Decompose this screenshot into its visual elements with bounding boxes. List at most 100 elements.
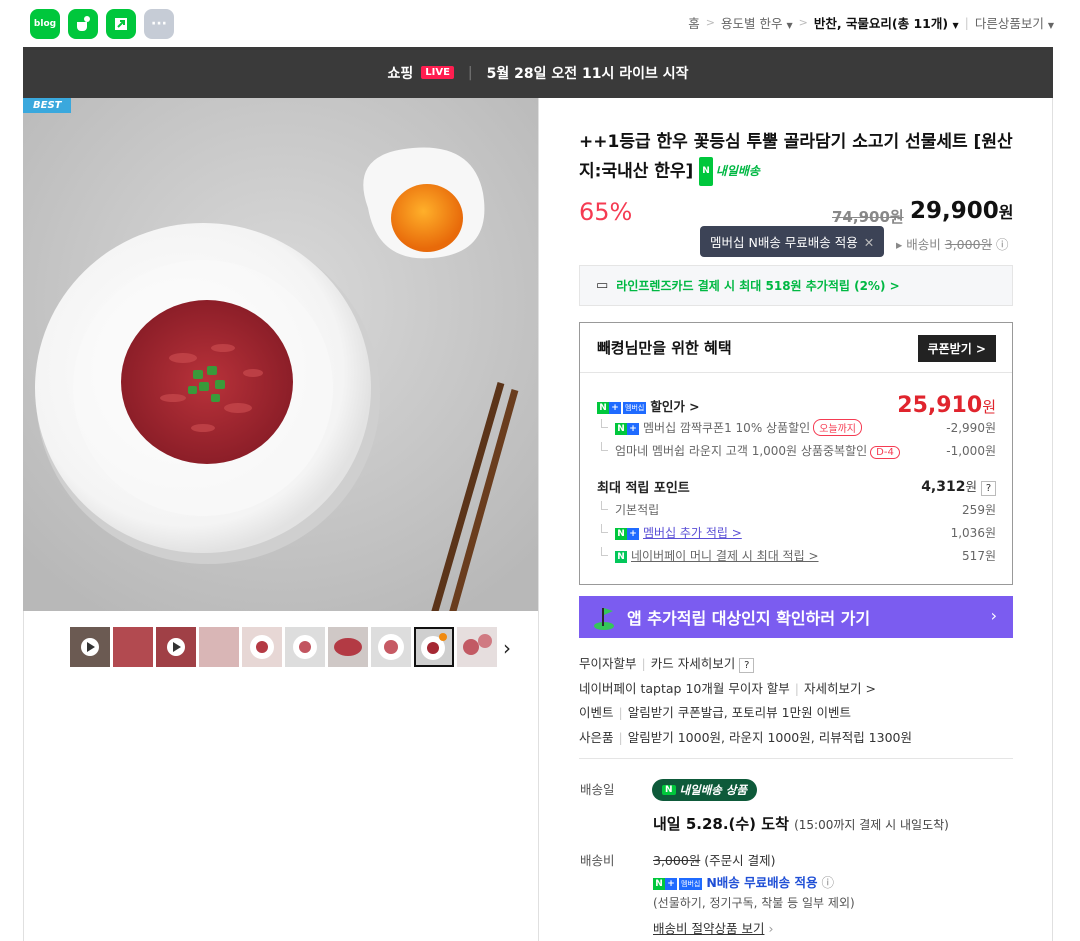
tomorrow-delivery-product-badge: N 내일배송 상품 [652, 779, 758, 801]
thumbnail-video[interactable] [70, 627, 110, 667]
pay-points-row: N 네이버페이 머니 결제 시 최대 적립 > 517원 [597, 547, 996, 564]
base-points-row: 기본적립 259원 [597, 501, 996, 518]
shipping-fee-value: 3,000원 [944, 237, 993, 252]
coupon1-value: -2,990원 [946, 421, 996, 435]
blog-icon-label: blog [33, 19, 57, 29]
sale-price-unit: 원 [998, 203, 1014, 222]
modoo-icon[interactable] [106, 9, 136, 39]
thumbnail[interactable] [371, 627, 411, 667]
live-banner[interactable]: 쇼핑 LIVE | 5월 28일 오전 11시 라이브 시작 [23, 47, 1053, 98]
thumbnail[interactable] [457, 627, 497, 667]
pay-points-link[interactable]: 네이버페이 머니 결제 시 최대 적립 > [631, 549, 819, 563]
tooltip-text: 멤버십 N배송 무료배송 적용 [710, 235, 858, 250]
app-points-banner[interactable]: 앱 추가적립 대상인지 확인하러 가기 › [579, 596, 1013, 638]
breadcrumb-category-label: 용도별 한우 [720, 16, 783, 31]
more-icon[interactable]: ··· [144, 9, 174, 39]
discount-price-value: 25,910 [897, 393, 983, 418]
breadcrumb-subcategory[interactable]: 반찬, 국물요리(총 11개) ▼ [814, 13, 959, 32]
delivery-fee-label: 배송비 [580, 853, 615, 868]
shipping-fee-label: 배송비 [906, 237, 941, 252]
shipping-fee: ▸ 배송비 3,000원 ⓘ [896, 237, 1009, 252]
breadcrumb-count: 11 [913, 16, 931, 31]
card-detail-link[interactable]: 카드 자세히보기 [651, 656, 735, 671]
info-icon[interactable]: ⓘ [821, 875, 834, 890]
breadcrumb-category[interactable]: 용도별 한우 ▼ [721, 13, 793, 32]
other-products-label: 다른상품보기 [974, 16, 1044, 31]
product-main-image: BEST [23, 98, 538, 611]
payment-info: 무이자할부 | 카드 자세히보기? 네이버페이 taptap 10개월 무이자 할부… [579, 656, 912, 745]
card-icon: ▭ [596, 278, 609, 293]
base-points-label: 기본적립 [597, 501, 659, 518]
card-benefit-box[interactable]: ▭ 라인프렌즈카드 결제 시 최대 518원 추가적립 (2%) > [579, 265, 1013, 306]
live-label: 쇼핑 [387, 65, 414, 82]
delivery-date-label: 배송일 [580, 782, 615, 797]
thumbnail[interactable] [199, 627, 239, 667]
card-benefit-text: 라인프렌즈카드 결제 시 최대 518원 추가적립 (2%) > [616, 279, 900, 293]
delivery-fee-original: 3,000원 [653, 853, 701, 868]
member-points-row: N + 멤버십 추가 적립 > 1,036원 [597, 524, 996, 541]
points-unit: 원 [965, 479, 977, 494]
benefit-title: 빼켱님만을 위한 혜택 [597, 339, 732, 357]
breadcrumb: 홈 > 용도별 한우 ▼ > 반찬, 국물요리(총 11개) ▼ | 다른상품보… [688, 13, 1054, 32]
free-shipping-text: N배송 무료배송 적용 [706, 875, 818, 890]
thumbnail[interactable] [242, 627, 282, 667]
coupon-row: 엄마네 멤버쉽 라운지 고객 1,000원 상품중복할인 D-4 -1,000원 [597, 442, 996, 459]
discount-price-row: N + 멤버십 할인가 > 25,910원 [597, 393, 996, 418]
breadcrumb-suffix: 개) [930, 16, 949, 31]
app-banner-text: 앱 추가적립 대상인지 확인하러 가기 [627, 609, 871, 628]
member-points-link[interactable]: 멤버십 추가 적립 > [643, 526, 742, 540]
free-shipping-row: N + 멤버십 N배송 무료배송 적용 ⓘ [653, 872, 834, 891]
gift-text: 알림받기 1000원, 라운지 1000원, 리뷰적립 1300원 [627, 729, 912, 745]
sale-price: 29,900원 [910, 198, 1014, 224]
member-points-value: 1,036원 [950, 526, 996, 540]
points-value: 4,312 [921, 479, 966, 495]
thumbnail[interactable] [113, 627, 153, 667]
taptap-detail-link[interactable]: 자세히보기 > [804, 681, 876, 696]
taptap-text: 네이버페이 taptap 10개월 무이자 할부 [579, 680, 790, 696]
blog-icon[interactable]: blog [30, 9, 60, 39]
delivery-fee-row: 3,000원 (주문시 결제) [653, 850, 776, 869]
base-points-value: 259원 [962, 503, 996, 517]
help-icon[interactable]: ? [739, 658, 755, 673]
coupon2-text: 엄마네 멤버쉽 라운지 고객 1,000원 상품중복할인 [615, 444, 868, 458]
sns-icons: blog ··· [30, 9, 174, 39]
discount-price-label[interactable]: 할인가 > [650, 399, 699, 414]
breadcrumb-home[interactable]: 홈 [688, 13, 700, 32]
thumbnail[interactable] [328, 627, 368, 667]
discount-price-unit: 원 [982, 398, 996, 416]
save-shipping-label: 배송비 절약상품 보기 [653, 921, 765, 936]
cafe-icon[interactable] [68, 9, 98, 39]
product-title-text: ++1등급 한우 꽃등심 투뿔 골라담기 소고기 선물세트 [원산지:국내산 한… [579, 132, 1013, 182]
get-coupon-button[interactable]: 쿠폰받기 > [917, 335, 996, 362]
next-thumbnail-arrow-icon[interactable]: › [503, 636, 511, 660]
event-label: 이벤트 [579, 705, 614, 720]
coupon1-text: 멤버십 깜짝쿠폰1 10% 상품할인 [643, 421, 811, 435]
tomorrow-delivery-product-text: 내일배송 상품 [679, 783, 748, 797]
coupon1-pill: 오늘까지 [813, 419, 863, 436]
delivery-exclusion: (선물하기, 정기구독, 착불 등 일부 제외) [653, 896, 855, 910]
benefit-box: 빼켱님만을 위한 혜택 쿠폰받기 > N + 멤버십 할인가 > 25,910원 N +… [579, 322, 1013, 585]
discount-rate: 65% [579, 198, 633, 226]
thumbnail-selected[interactable] [414, 627, 454, 667]
gift-label: 사은품 [579, 729, 614, 745]
thumbnail-video[interactable] [156, 627, 196, 667]
info-icon[interactable]: ⓘ [996, 237, 1009, 252]
coupon2-value: -1,000원 [946, 444, 996, 458]
thumbnail[interactable] [285, 627, 325, 667]
points-row: 최대 적립 포인트 4,312원? [597, 476, 996, 496]
help-icon[interactable]: ? [981, 481, 996, 496]
breadcrumb-sub-label: 반찬, 국물요리(총 [813, 16, 914, 31]
tomorrow-delivery-text: 내일배송 [715, 164, 760, 178]
live-badge: LIVE [421, 66, 454, 79]
event-text: 알림받기 쿠폰발급, 포토리뷰 1만원 이벤트 [627, 705, 852, 720]
product-title: ++1등급 한우 꽃등심 투뿔 골라담기 소고기 선물세트 [원산지:국내산 한… [579, 128, 1019, 187]
live-text: 5월 28일 오전 11시 라이브 시작 [486, 65, 689, 82]
coupon2-pill: D-4 [870, 446, 900, 459]
save-shipping-link[interactable]: 배송비 절약상품 보기 › [653, 918, 773, 937]
more-icon-label: ··· [151, 16, 167, 32]
free-shipping-tooltip: 멤버십 N배송 무료배송 적용 ✕ [700, 226, 885, 257]
pay-points-value: 517원 [962, 549, 996, 563]
sale-price-value: 29,900 [910, 198, 999, 224]
other-products-link[interactable]: 다른상품보기 ▼ [975, 13, 1054, 32]
close-icon[interactable]: ✕ [864, 235, 874, 250]
